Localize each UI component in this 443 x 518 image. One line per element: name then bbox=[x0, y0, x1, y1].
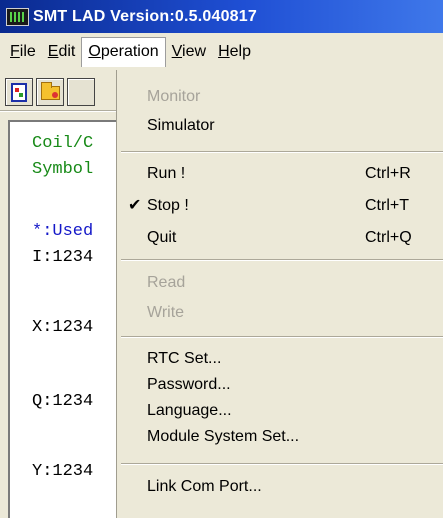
menu-view-mnemonic: V bbox=[171, 43, 183, 60]
new-button[interactable] bbox=[5, 78, 33, 106]
window-title: SMT LAD Version:0.5.040817 bbox=[33, 7, 257, 25]
quit-shortcut: Ctrl+Q bbox=[365, 229, 412, 246]
app-icon[interactable] bbox=[6, 7, 29, 26]
menu-edit-mnemonic: E bbox=[47, 43, 59, 60]
menu-help-mnemonic: H bbox=[218, 43, 230, 60]
menu-item-stop[interactable]: Stop ! bbox=[147, 195, 189, 217]
open-button[interactable] bbox=[36, 78, 64, 106]
menu-item-quit[interactable]: Quit bbox=[147, 227, 176, 249]
menu-help[interactable]: Help bbox=[212, 37, 257, 67]
menu-file-mnemonic: F bbox=[10, 43, 20, 60]
menu-item-language[interactable]: Language... bbox=[147, 400, 232, 422]
menu-item-password[interactable]: Password... bbox=[147, 374, 231, 396]
i-line: I:1234 bbox=[32, 248, 94, 267]
menu-item-module-system-set[interactable]: Module System Set... bbox=[147, 426, 299, 448]
menu-file[interactable]: File bbox=[4, 37, 42, 67]
menu-view[interactable]: View bbox=[166, 37, 212, 67]
menu-edit[interactable]: Edit bbox=[42, 37, 82, 67]
q-line: Q:1234 bbox=[32, 392, 94, 411]
menu-help-label: elp bbox=[229, 43, 251, 60]
menu-separator bbox=[121, 463, 443, 465]
menu-operation-label: peration bbox=[100, 43, 159, 60]
menu-separator bbox=[121, 259, 443, 261]
toolbar-button-3[interactable] bbox=[67, 78, 95, 106]
menu-operation[interactable]: Operation bbox=[81, 37, 166, 67]
menu-item-run[interactable]: Run ! bbox=[147, 163, 185, 185]
run-shortcut: Ctrl+R bbox=[365, 165, 411, 182]
menu-file-label: ile bbox=[19, 43, 36, 60]
menu-item-monitor[interactable]: Monitor bbox=[147, 86, 200, 108]
stop-shortcut: Ctrl+T bbox=[365, 197, 409, 214]
menu-operation-mnemonic: O bbox=[88, 43, 101, 60]
new-document-icon bbox=[11, 83, 27, 102]
x-line: X:1234 bbox=[32, 318, 94, 337]
menu-separator bbox=[121, 336, 443, 338]
title-bar[interactable]: SMT LAD Version:0.5.040817 bbox=[0, 0, 443, 33]
y-line: Y:1234 bbox=[32, 462, 94, 481]
menu-separator bbox=[121, 151, 443, 153]
checkmark-icon: ✔ bbox=[128, 197, 142, 214]
menu-item-read[interactable]: Read bbox=[147, 272, 185, 294]
symbol-line: Symbol bbox=[32, 160, 94, 179]
menu-view-label: iew bbox=[182, 43, 207, 60]
open-folder-icon bbox=[41, 82, 60, 100]
menu-edit-label: dit bbox=[58, 43, 76, 60]
used-line: *:Used bbox=[32, 222, 94, 241]
coil-line: Coil/C bbox=[32, 134, 94, 153]
menu-item-write[interactable]: Write bbox=[147, 302, 184, 324]
menu-bar: File Edit Operation View Help bbox=[0, 33, 443, 71]
menu-item-rtc-set[interactable]: RTC Set... bbox=[147, 348, 221, 370]
operation-menu: Monitor Simulator Run ! Ctrl+R ✔ Stop ! … bbox=[116, 70, 443, 518]
menu-item-simulator[interactable]: Simulator bbox=[147, 115, 215, 137]
menu-item-link-com-port[interactable]: Link Com Port... bbox=[147, 476, 262, 498]
